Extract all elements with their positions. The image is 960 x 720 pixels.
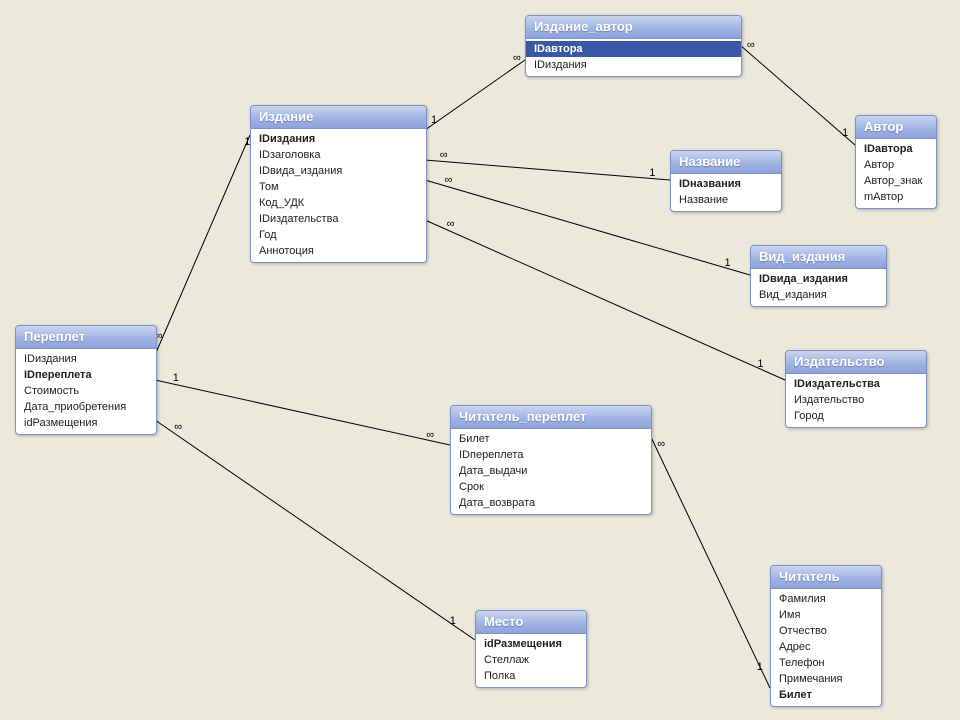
field[interactable]: IDавтора [526,41,741,57]
table-body: IDавтораIDиздания [526,39,741,76]
field[interactable]: Город [786,408,926,424]
field[interactable]: Билет [451,431,651,447]
table-pereplet[interactable]: ПереплетIDизданияIDпереплетаСтоимостьДат… [15,325,157,435]
field[interactable]: idРазмещения [16,415,156,431]
table-header[interactable]: Издание [251,106,426,129]
er-diagram-canvas: { "tables": [ { "id": "izdanie_avtor", "… [0,0,960,720]
table-body: IDназванияНазвание [671,174,781,211]
field[interactable]: Примечания [771,671,881,687]
field[interactable]: Фамилия [771,591,881,607]
field[interactable]: Вид_издания [751,287,886,303]
table-body: IDвида_изданияВид_издания [751,269,886,306]
field[interactable]: Стеллаж [476,652,586,668]
table-body: idРазмещенияСтеллажПолка [476,634,586,687]
cardinality-label: ∞ [174,421,182,433]
table-avtor[interactable]: АвторIDавтораАвторАвтор_знакmАвтор [855,115,937,209]
field[interactable]: Код_УДК [251,195,426,211]
field[interactable]: Том [251,179,426,195]
field[interactable]: Стоимость [16,383,156,399]
field[interactable]: Полка [476,668,586,684]
field[interactable]: IDназвания [671,176,781,192]
table-header[interactable]: Читатель_переплет [451,406,651,429]
table-chitatel_pereplet[interactable]: Читатель_переплетБилетIDпереплетаДата_вы… [450,405,652,515]
table-body: IDизданияIDпереплетаСтоимостьДата_приобр… [16,349,156,434]
table-header[interactable]: Автор [856,116,936,139]
field[interactable]: Аннотоция [251,243,426,259]
field[interactable]: Имя [771,607,881,623]
cardinality-label: 1 [431,114,437,126]
cardinality-label: ∞ [426,429,434,441]
cardinality-label: ∞ [657,438,665,450]
field[interactable]: IDпереплета [16,367,156,383]
field[interactable]: Издательство [786,392,926,408]
table-header[interactable]: Издательство [786,351,926,374]
table-body: IDавтораАвторАвтор_знакmАвтор [856,139,936,208]
cardinality-label: 1 [725,257,731,269]
table-body: БилетIDпереплетаДата_выдачиСрокДата_возв… [451,429,651,514]
field[interactable]: Дата_приобретения [16,399,156,415]
field[interactable]: IDвида_издания [251,163,426,179]
table-header[interactable]: Издание_автор [526,16,741,39]
field[interactable]: IDиздания [526,57,741,73]
field[interactable]: Адрес [771,639,881,655]
table-izdanie[interactable]: ИзданиеIDизданияIDзаголовкаIDвида_издани… [250,105,427,263]
field[interactable]: Билет [771,687,881,703]
field[interactable]: IDиздательства [251,211,426,227]
field[interactable]: idРазмещения [476,636,586,652]
field[interactable]: IDвида_издания [751,271,886,287]
cardinality-label: ∞ [447,218,455,230]
field[interactable]: Дата_возврата [451,495,651,511]
field[interactable]: IDиздания [16,351,156,367]
table-chitatel[interactable]: ЧитательФамилияИмяОтчествоАдресТелефонПр… [770,565,882,707]
table-header[interactable]: Название [671,151,781,174]
field[interactable]: Отчество [771,623,881,639]
table-header[interactable]: Место [476,611,586,634]
field[interactable]: Название [671,192,781,208]
field[interactable]: IDиздательства [786,376,926,392]
field[interactable]: mАвтор [856,189,936,205]
cardinality-label: ∞ [747,39,755,51]
cardinality-label: 1 [450,615,456,627]
field[interactable]: IDзаголовка [251,147,426,163]
field[interactable]: IDавтора [856,141,936,157]
field[interactable]: Телефон [771,655,881,671]
table-izdatelstvo[interactable]: ИздательствоIDиздательстваИздательствоГо… [785,350,927,428]
table-header[interactable]: Читатель [771,566,881,589]
table-body: IDизданияIDзаголовкаIDвида_изданияТомКод… [251,129,426,262]
cardinality-label: ∞ [440,149,448,161]
cardinality-label: 1 [173,372,179,384]
cardinality-label: 1 [649,167,655,179]
table-izdanie_avtor[interactable]: Издание_авторIDавтораIDиздания [525,15,742,77]
cardinality-label: 1 [757,358,763,370]
field[interactable]: Год [251,227,426,243]
cardinality-label: 1 [757,661,763,673]
table-body: ФамилияИмяОтчествоАдресТелефонПримечания… [771,589,881,706]
cardinality-label: ∞ [513,52,521,64]
table-mesto[interactable]: МестоidРазмещенияСтеллажПолка [475,610,587,688]
field[interactable]: IDиздания [251,131,426,147]
table-header[interactable]: Переплет [16,326,156,349]
table-body: IDиздательстваИздательствоГород [786,374,926,427]
field[interactable]: Автор [856,157,936,173]
cardinality-label: 1 [842,127,848,139]
field[interactable]: Дата_выдачи [451,463,651,479]
field[interactable]: Срок [451,479,651,495]
field[interactable]: Автор_знак [856,173,936,189]
table-header[interactable]: Вид_издания [751,246,886,269]
table-vid_izdaniya[interactable]: Вид_изданияIDвида_изданияВид_издания [750,245,887,307]
table-nazvanie[interactable]: НазваниеIDназванияНазвание [670,150,782,212]
cardinality-label: ∞ [445,174,453,186]
field[interactable]: IDпереплета [451,447,651,463]
